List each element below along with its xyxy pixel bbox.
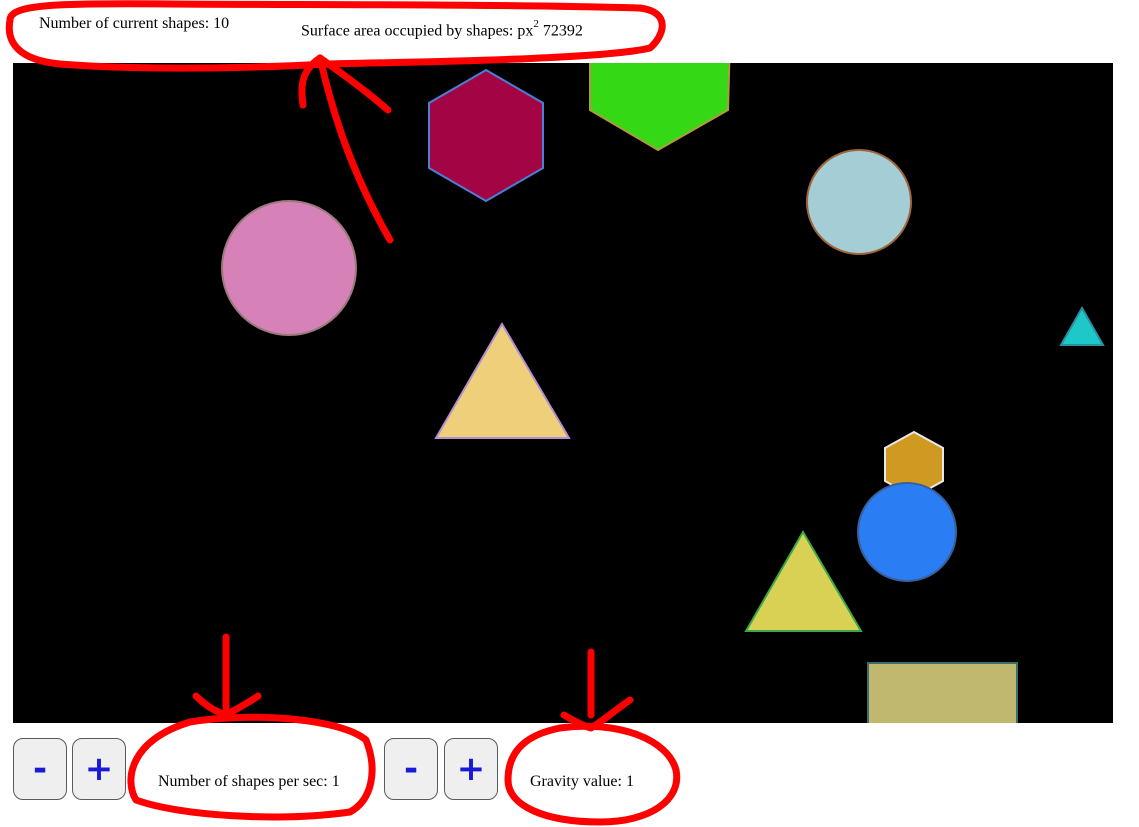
shapes-svg[interactable]	[13, 63, 1113, 723]
surface-area-stat: Surface area occupied by shapes: px2 723…	[301, 16, 583, 41]
increase-gravity-button[interactable]: +	[444, 738, 498, 800]
annotation-loop	[127, 713, 376, 821]
increase-rate-button[interactable]: +	[72, 738, 126, 800]
shape-circle[interactable]	[806, 149, 912, 255]
decrease-rate-button[interactable]: -	[13, 738, 67, 800]
shape-pentagon[interactable]	[589, 63, 731, 152]
shape-triangle[interactable]	[434, 322, 571, 439]
shape-count-stat: Number of current shapes: 10	[39, 14, 229, 34]
shapes-canvas[interactable]	[13, 63, 1113, 723]
shape-count-value: 10	[213, 15, 230, 32]
gravity-value: 1	[625, 773, 634, 790]
gravity-stat: Gravity value: 1	[530, 772, 634, 792]
shape-triangle[interactable]	[744, 530, 863, 632]
gravity-label: Gravity value:	[530, 773, 622, 790]
surface-area-label: Surface area occupied by shapes: px	[301, 22, 534, 40]
shapes-per-sec-stat: Number of shapes per sec: 1	[158, 772, 340, 792]
surface-area-value: 72392	[542, 22, 583, 40]
shape-triangle[interactable]	[1059, 305, 1105, 346]
surface-area-unit-exponent: 2	[533, 18, 539, 30]
shape-hexagon[interactable]	[428, 68, 544, 203]
shape-circle[interactable]	[221, 200, 357, 336]
decrease-gravity-button[interactable]: -	[384, 738, 438, 800]
shape-circle[interactable]	[857, 482, 957, 582]
shapes-per-sec-label: Number of shapes per sec:	[158, 773, 328, 790]
shape-rectangle[interactable]	[867, 662, 1018, 723]
shapes-per-sec-value: 1	[331, 773, 340, 790]
shape-count-label: Number of current shapes:	[39, 15, 210, 32]
